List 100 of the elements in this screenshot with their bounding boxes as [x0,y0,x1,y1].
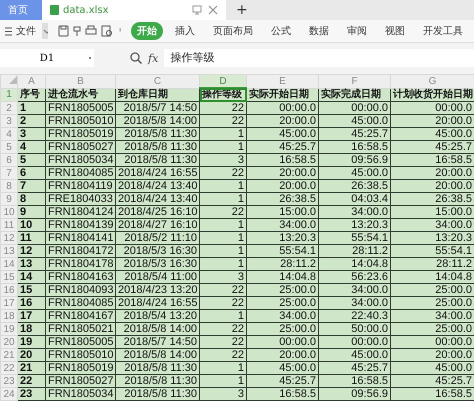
row-number[interactable]: 9 [0,192,18,206]
table-cell: 45:25.7 [246,374,318,388]
table-cell: 2018/5/4 11:00 [116,270,200,284]
table-cell: 55:54.1 [246,244,318,258]
row-number[interactable]: 1 [0,88,18,102]
table-cell: 1 [200,192,246,206]
table-cell: 到仓库日期 [116,88,200,102]
table-cell: 13:20.3 [390,232,474,244]
table-cell: 1 [200,258,246,270]
table-cell: 00:00.0 [318,336,390,348]
table-cell: 1 [200,374,246,388]
row-number[interactable]: 21 [0,348,18,362]
table-cell: 25:00.0 [246,296,318,310]
table-cell: 16:58.5 [390,154,474,166]
name-box[interactable]: D1 [0,49,94,67]
row-number[interactable]: 2 [0,102,18,114]
ribbon-tab[interactable]: 开始 [131,22,163,40]
column-header[interactable]: F [318,74,390,88]
column-header[interactable]: A [18,74,46,88]
table-cell: 26:38.5 [318,180,390,192]
ribbon-tab[interactable]: 数据 [303,22,335,40]
row-number[interactable]: 15 [0,270,18,284]
table-cell: 2018/4/24 13:40 [116,180,200,192]
table-cell: 00:00.0 [246,336,318,348]
function-label[interactable]: fx [148,52,158,64]
table-cell: 20:00.0 [246,114,318,128]
table-cell: 22 [200,166,246,180]
table-cell: 28:11.2 [246,258,318,270]
table-cell: 22 [200,348,246,362]
tab-controls-icon[interactable] [192,5,218,15]
table-cell: 34:00.0 [390,218,474,232]
row-number[interactable]: 11 [0,218,18,232]
row-number[interactable]: 10 [0,206,18,218]
table-cell: 16:58.5 [318,140,390,154]
table-cell: 00:00.0 [318,102,390,114]
table-cell: 22 [200,114,246,128]
table-cell: 26:38.5 [246,192,318,206]
table-cell: FRN1805021 [46,322,116,336]
row-number[interactable]: 14 [0,258,18,270]
table-cell: FRN1805019 [46,362,116,374]
row-number[interactable]: 23 [0,374,18,388]
table-cell: 3 [200,270,246,284]
menu-icon[interactable] [5,26,12,36]
spreadsheet-icon [50,5,59,15]
row-number[interactable]: 4 [0,128,18,140]
formula-field[interactable]: 操作等级 [164,49,474,67]
file-tab[interactable]: data.xlsx [42,0,226,20]
row-number[interactable]: 5 [0,140,18,154]
column-header[interactable]: C [116,74,200,88]
table-cell: 50:00.0 [318,322,390,336]
column-header[interactable]: B [46,74,116,88]
ribbon-tab[interactable]: 公式 [265,22,297,40]
row-number[interactable]: 18 [0,310,18,322]
table-cell: 22 [200,322,246,336]
table-cell: FRN1804119 [46,180,116,192]
new-tab-button[interactable]: + [226,0,258,20]
column-header[interactable]: E [246,74,318,88]
table-cell: FRN1805010 [46,114,116,128]
table-cell: 16:58.5 [246,388,318,400]
row-number[interactable]: 22 [0,362,18,374]
row-number[interactable]: 20 [0,336,18,348]
file-menu[interactable]: 文件 [16,24,36,38]
ribbon-tab[interactable]: 插入 [169,22,201,40]
tab-label: 首页 [8,4,28,17]
row-number[interactable]: 17 [0,296,18,310]
file-tab[interactable]: 首页 [0,0,42,20]
row-number[interactable]: 6 [0,154,18,166]
table-cell: 25:00.0 [246,322,318,336]
zoom-icon[interactable] [130,52,142,64]
table-cell: 2018/4/23 13:20 [116,284,200,296]
row-number[interactable]: 16 [0,284,18,296]
table-cell: 45:00.0 [246,362,318,374]
table-cell: 1 [200,128,246,140]
table-cell: 16:58.5 [318,374,390,388]
table-cell: 14:04.8 [318,258,390,270]
column-header[interactable]: G [390,74,474,88]
table-cell: 25:00.0 [390,322,474,336]
ribbon-tab[interactable]: 视图 [379,22,411,40]
column-header[interactable]: D [200,74,246,88]
table-cell: 22 [200,102,246,114]
table-cell: FRN1805034 [46,154,116,166]
table-cell: 45:00.0 [318,166,390,180]
table-cell: 00:00.0 [390,102,474,114]
row-number[interactable]: 24 [0,388,18,400]
ribbon-tab[interactable]: 审阅 [341,22,373,40]
table-cell: 2018/5/8 11:30 [116,154,200,166]
table-cell: 25:00.0 [390,296,474,310]
row-number[interactable]: 12 [0,232,18,244]
table-cell: 15:00.0 [246,206,318,218]
dropdown-icon[interactable] [42,23,48,39]
row-number[interactable]: 3 [0,114,18,128]
table-cell: 45:25.7 [390,140,474,154]
row-number[interactable]: 8 [0,180,18,192]
row-number[interactable]: 19 [0,322,18,336]
row-number[interactable]: 13 [0,244,18,258]
ribbon-tab[interactable]: 开发工具 [417,22,469,40]
table-cell: 2018/5/3 16:30 [116,244,200,258]
table-cell: 1 [200,232,246,244]
row-number[interactable]: 7 [0,166,18,180]
ribbon-tab[interactable]: 页面布局 [207,22,259,40]
